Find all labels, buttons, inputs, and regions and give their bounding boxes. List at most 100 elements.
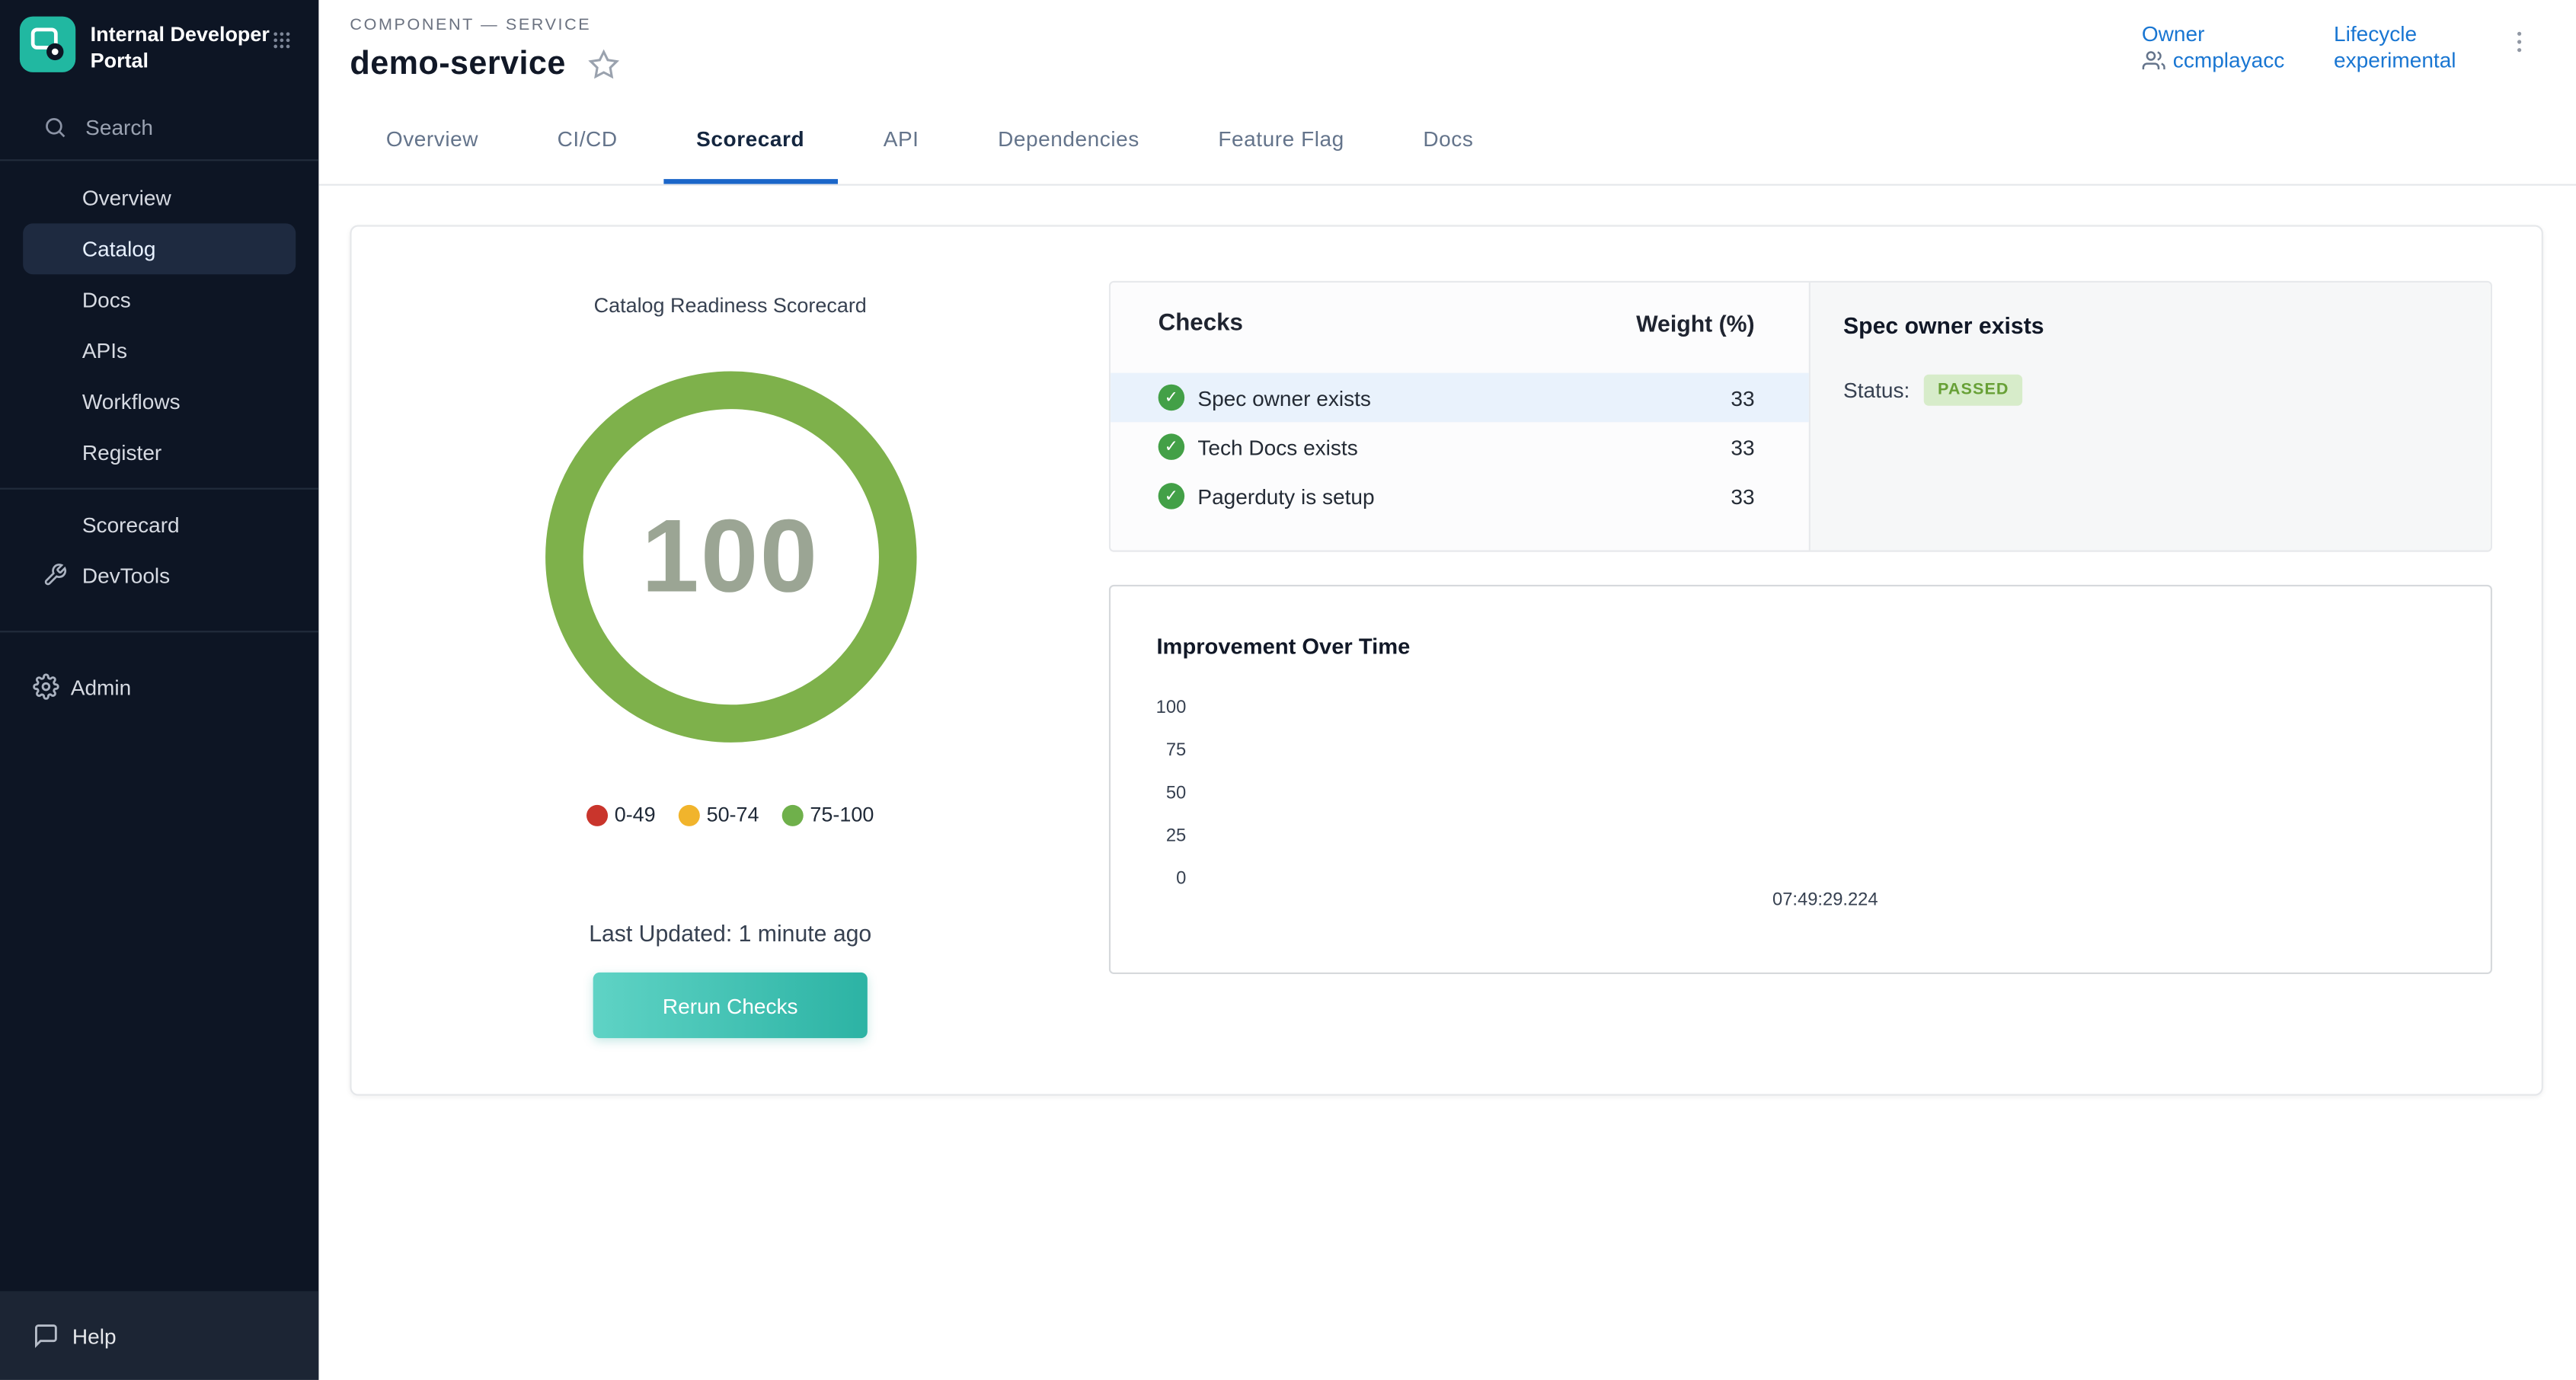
lifecycle-value[interactable]: experimental <box>2334 48 2456 72</box>
improvement-chart-panel: Improvement Over Time 100 75 50 25 0 07:… <box>1109 585 2492 974</box>
chart-x-tick: 07:49:29.224 <box>1772 890 1878 910</box>
rerun-checks-button[interactable]: Rerun Checks <box>593 973 868 1038</box>
brand-line2: Portal <box>91 48 270 75</box>
weight-column-header: Weight (%) <box>1636 311 1754 347</box>
sidebar-item-devtools[interactable]: DevTools <box>23 549 296 600</box>
gauge-legend: 0-49 50-74 75-100 <box>586 803 874 826</box>
sidebar-item-docs[interactable]: Docs <box>23 273 296 324</box>
tab-docs[interactable]: Docs <box>1384 94 1513 184</box>
legend-item-mid: 50-74 <box>679 803 759 826</box>
scorecard-gauge-panel: Catalog Readiness Scorecard 100 0-49 50-… <box>352 227 1109 1094</box>
entity-tabbar: Overview CI/CD Scorecard API Dependencie… <box>318 94 2576 186</box>
check-row-spec-owner[interactable]: ✓ Spec owner exists 33 <box>1111 373 1809 423</box>
entity-header: COMPONENT — SERVICE demo-service Owner <box>318 0 2576 94</box>
last-updated-text: Last Updated: 1 minute ago <box>589 920 871 947</box>
brand: Internal Developer Portal <box>0 0 318 94</box>
checks-table: Checks Weight (%) ✓ Spec owner exists 33… <box>1111 283 1811 551</box>
brand-title: Internal Developer Portal <box>91 21 270 75</box>
tab-dependencies[interactable]: Dependencies <box>958 94 1178 184</box>
legend-item-low: 0-49 <box>586 803 656 826</box>
sidebar-nav: Overview Catalog Docs APIs Workflows Reg… <box>0 171 318 600</box>
sidebar-item-label: Scorecard <box>82 512 180 536</box>
check-passed-icon: ✓ <box>1159 433 1185 460</box>
check-name: Tech Docs exists <box>1197 435 1731 459</box>
sidebar-item-register[interactable]: Register <box>23 426 296 478</box>
sidebar-item-scorecard[interactable]: Scorecard <box>23 499 296 550</box>
score-gauge: 100 <box>545 371 916 742</box>
check-weight: 33 <box>1731 484 1754 508</box>
chart-y-axis: 100 75 50 25 0 <box>1111 687 1186 900</box>
entity-kind-eyebrow: COMPONENT — SERVICE <box>350 17 620 35</box>
legend-dot-red <box>586 804 608 826</box>
sidebar-item-label: Docs <box>82 286 131 311</box>
check-detail-title: Spec owner exists <box>1843 312 2458 339</box>
wrench-icon <box>43 563 67 587</box>
sidebar-item-label: Overview <box>82 185 171 209</box>
scorecard-detail-panel: Checks Weight (%) ✓ Spec owner exists 33… <box>1109 227 2542 1094</box>
owner-value[interactable]: ccmplayacc <box>2142 48 2284 72</box>
check-weight: 33 <box>1731 385 1754 410</box>
sidebar-item-label: Workflows <box>82 388 181 413</box>
tab-api[interactable]: API <box>844 94 958 184</box>
sidebar-item-workflows[interactable]: Workflows <box>23 375 296 426</box>
sidebar-divider <box>0 487 318 489</box>
sidebar-item-overview[interactable]: Overview <box>23 171 296 222</box>
owner-group: Owner ccmplayacc <box>2142 21 2284 72</box>
app-root: Internal Developer Portal Search Overvie… <box>0 0 2576 1380</box>
gauge-title: Catalog Readiness Scorecard <box>594 294 867 317</box>
tab-feature-flag[interactable]: Feature Flag <box>1179 94 1384 184</box>
check-weight: 33 <box>1731 435 1754 459</box>
sidebar-item-catalog[interactable]: Catalog <box>23 222 296 273</box>
logo-glyph <box>20 17 75 72</box>
tab-scorecard[interactable]: Scorecard <box>657 94 844 184</box>
search-icon <box>43 114 67 139</box>
tab-overview[interactable]: Overview <box>347 94 518 184</box>
checks-column-header: Checks <box>1159 311 1243 347</box>
check-name: Pagerduty is setup <box>1197 484 1731 508</box>
check-name: Spec owner exists <box>1197 385 1731 410</box>
main-content: COMPONENT — SERVICE demo-service Owner <box>318 0 2576 1380</box>
score-value: 100 <box>641 498 819 616</box>
status-badge: PASSED <box>1925 375 2022 406</box>
entity-header-left: COMPONENT — SERVICE demo-service <box>350 13 620 94</box>
checks-table-header: Checks Weight (%) <box>1111 311 1809 347</box>
sidebar-search[interactable]: Search <box>0 94 318 160</box>
sidebar-item-apis[interactable]: APIs <box>23 324 296 375</box>
checks-strip: Checks Weight (%) ✓ Spec owner exists 33… <box>1109 281 2492 552</box>
app-logo-icon[interactable] <box>20 17 75 72</box>
brand-line1: Internal Developer <box>91 21 270 48</box>
tab-cicd[interactable]: CI/CD <box>518 94 657 184</box>
status-label: Status: <box>1843 378 1910 402</box>
sidebar-item-admin[interactable]: Admin <box>0 661 318 712</box>
sidebar-divider <box>0 630 318 631</box>
help-label: Help <box>72 1323 117 1347</box>
sidebar: Internal Developer Portal Search Overvie… <box>0 0 318 1380</box>
legend-dot-green <box>782 804 804 826</box>
users-icon <box>2142 49 2165 72</box>
check-row-pagerduty[interactable]: ✓ Pagerduty is setup 33 <box>1111 471 1809 521</box>
check-status-row: Status: PASSED <box>1843 375 2458 406</box>
entity-header-meta: Owner ccmplayacc Lifecycle experimental <box>2142 13 2533 94</box>
gear-icon <box>33 673 59 700</box>
entity-title-row: demo-service <box>350 46 620 84</box>
sidebar-item-label: Register <box>82 439 161 464</box>
favorite-star-icon[interactable] <box>589 50 620 81</box>
lifecycle-label[interactable]: Lifecycle <box>2334 21 2456 46</box>
check-row-tech-docs[interactable]: ✓ Tech Docs exists 33 <box>1111 422 1809 471</box>
y-tick: 100 <box>1111 687 1186 730</box>
apps-grid-icon[interactable] <box>271 30 292 59</box>
y-tick: 25 <box>1111 815 1186 858</box>
owner-value-text: ccmplayacc <box>2173 48 2285 72</box>
y-tick: 50 <box>1111 772 1186 815</box>
sidebar-item-label: Catalog <box>82 236 156 260</box>
chart-title: Improvement Over Time <box>1156 634 1410 659</box>
sidebar-item-help[interactable]: Help <box>0 1291 318 1379</box>
legend-dot-amber <box>679 804 700 826</box>
check-detail-panel: Spec owner exists Status: PASSED <box>1811 283 2491 551</box>
y-tick: 0 <box>1111 858 1186 900</box>
owner-label[interactable]: Owner <box>2142 21 2284 46</box>
help-chat-icon <box>33 1322 59 1349</box>
more-options-kebab-icon[interactable] <box>2505 28 2533 64</box>
scorecard-card: Catalog Readiness Scorecard 100 0-49 50-… <box>350 225 2542 1095</box>
y-tick: 75 <box>1111 730 1186 772</box>
